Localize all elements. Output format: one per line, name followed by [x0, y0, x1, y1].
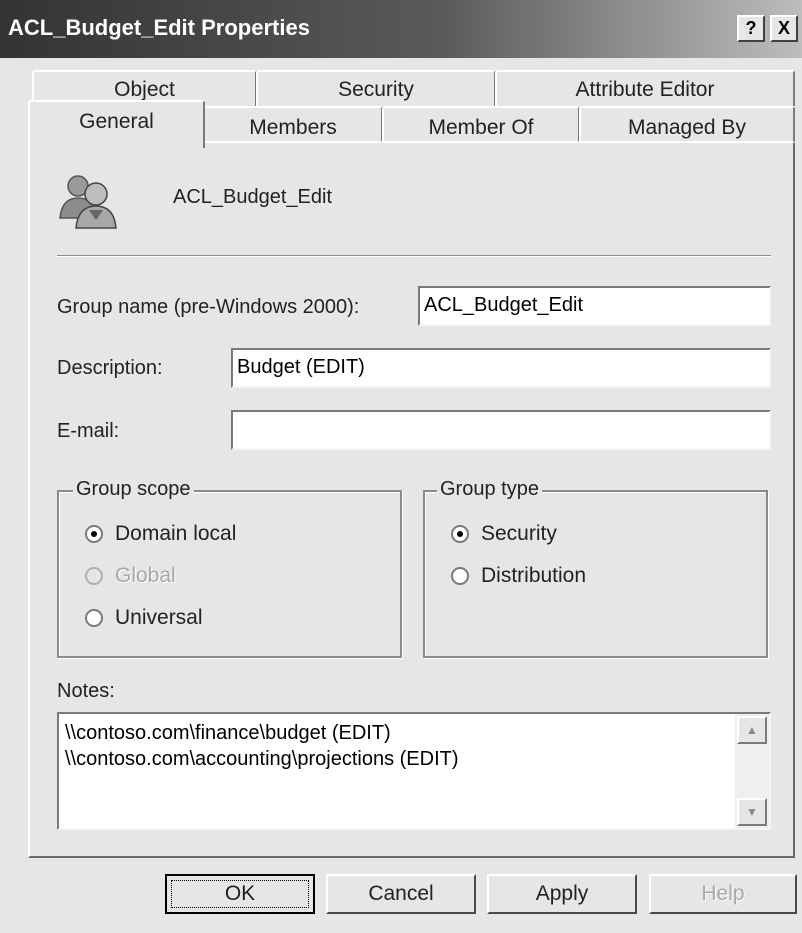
group-scope-box: Group scope Domain local Global Universa…: [57, 478, 402, 658]
tab-managed-by-label: Managed By: [628, 116, 746, 139]
radio-security-label: Security: [481, 522, 557, 545]
group-display-name: ACL_Budget_Edit: [173, 186, 333, 208]
apply-button[interactable]: Apply: [487, 874, 637, 914]
radio-domain-local-label: Domain local: [115, 522, 237, 545]
tab-members-label: Members: [249, 116, 337, 139]
tab-member-of-label: Member Of: [428, 116, 534, 139]
focus-rectangle: [171, 880, 309, 908]
radio-distribution-button[interactable]: [451, 567, 469, 585]
group-scope-legend: Group scope: [73, 478, 194, 501]
description-label: Description:: [57, 357, 163, 379]
email-field[interactable]: [231, 410, 771, 450]
tab-object-label: Object: [114, 78, 175, 101]
radio-global-label: Global: [115, 564, 176, 587]
radio-universal-label: Universal: [115, 606, 203, 629]
tab-attribute-editor-label: Attribute Editor: [575, 78, 715, 101]
tab-attribute-editor[interactable]: Attribute Editor: [495, 70, 795, 106]
group-type-box: Group type Security Distribution: [423, 478, 768, 658]
window-title: ACL_Budget_Edit Properties: [8, 15, 310, 40]
scroll-up-arrow-icon[interactable]: ▲: [737, 716, 767, 744]
tab-security-label: Security: [338, 78, 414, 101]
tab-member-of[interactable]: Member Of: [382, 106, 580, 143]
notes-label: Notes:: [57, 680, 115, 702]
scroll-down-arrow-icon[interactable]: ▼: [737, 798, 767, 826]
tab-managed-by[interactable]: Managed By: [579, 106, 795, 143]
cancel-button[interactable]: Cancel: [326, 874, 476, 914]
notes-line: \\contoso.com\finance\budget (EDIT): [65, 722, 391, 744]
ok-button[interactable]: OK: [165, 874, 315, 914]
properties-dialog: ACL_Budget_Edit Properties ? X Object Se…: [0, 0, 802, 933]
cancel-button-label: Cancel: [368, 882, 434, 905]
help-title-button[interactable]: ?: [737, 15, 765, 42]
help-button: Help: [649, 874, 797, 914]
group-name-label: Group name (pre-Windows 2000):: [57, 296, 360, 318]
radio-distribution-label: Distribution: [481, 564, 587, 587]
radio-global-button: [85, 567, 103, 585]
help-button-label: Help: [701, 882, 745, 905]
notes-textarea[interactable]: \\contoso.com\finance\budget (EDIT) \\co…: [57, 712, 771, 830]
group-users-icon: [56, 172, 120, 230]
group-name-field[interactable]: ACL_Budget_Edit: [418, 286, 771, 326]
title-bar: ACL_Budget_Edit Properties ? X: [0, 0, 802, 58]
email-label: E-mail:: [57, 420, 120, 442]
group-type-legend: Group type: [437, 478, 542, 501]
radio-domain-local-button[interactable]: [85, 525, 103, 543]
tab-members[interactable]: Members: [203, 106, 383, 143]
tab-general[interactable]: General: [28, 100, 205, 148]
tab-general-label: General: [79, 110, 154, 133]
tab-security[interactable]: Security: [256, 70, 496, 106]
radio-universal-button[interactable]: [85, 609, 103, 627]
description-field[interactable]: Budget (EDIT): [231, 348, 771, 388]
notes-scrollbar[interactable]: ▲ ▼: [735, 714, 769, 828]
apply-button-label: Apply: [535, 882, 589, 905]
radio-security-button[interactable]: [451, 525, 469, 543]
separator-line: [57, 255, 771, 257]
notes-line: \\contoso.com\accounting\projections (ED…: [65, 748, 459, 770]
close-title-button[interactable]: X: [770, 15, 798, 42]
